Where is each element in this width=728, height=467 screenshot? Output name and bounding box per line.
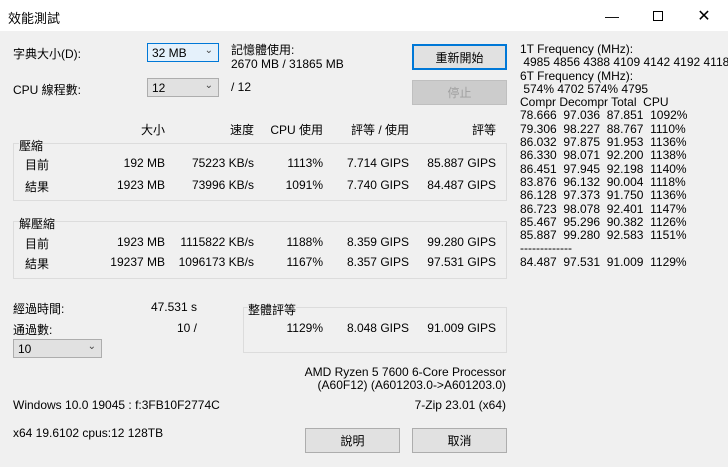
- log-line: 4985 4856 4388 4109 4142 4192 4118: [520, 55, 728, 70]
- passes-label: 通過數:: [13, 323, 53, 337]
- compress-cell: 1113%: [287, 156, 323, 170]
- help-button[interactable]: 說明: [305, 428, 400, 453]
- decompress-cell: 8.359 GIPS: [346, 235, 409, 249]
- header-rating-usage: 評等 / 使用: [350, 123, 409, 137]
- compress-cell: 7.740 GIPS: [346, 178, 409, 192]
- decompress-cell: 1167%: [286, 255, 323, 269]
- log-line: 1T Frequency (MHz):: [520, 42, 634, 56]
- log-line: 85.467 95.296 90.382 1126%: [520, 214, 687, 229]
- log-line: 84.487 97.531 91.009 1129%: [520, 254, 687, 269]
- version-info: 7-Zip 23.01 (x64): [414, 398, 506, 412]
- decompress-row-label: 目前: [25, 237, 50, 251]
- stop-button[interactable]: 停止: [412, 80, 507, 105]
- decompress-cell: 1096173 KB/s: [178, 255, 254, 269]
- arch-info: x64 19.6102 cpus:12 128TB: [13, 426, 164, 440]
- decompress-cell: 1923 MB: [116, 235, 165, 249]
- threads-select[interactable]: 12 ⌄: [147, 78, 219, 97]
- log-line: 86.032 97.875 91.953 1136%: [520, 135, 687, 150]
- passes-select[interactable]: 10 ⌄: [13, 339, 102, 358]
- log-line: 83.876 96.132 90.004 1118%: [520, 174, 686, 189]
- close-icon: ✕: [697, 7, 711, 25]
- maximize-button[interactable]: [635, 0, 681, 31]
- chevron-down-icon: ⌄: [87, 341, 96, 352]
- log-line: 78.666 97.036 87.851 1092%: [520, 108, 688, 123]
- benchmark-log: 1T Frequency (MHz): 4985 4856 4388 4109 …: [520, 42, 728, 269]
- log-line: Compr Decompr Total CPU: [520, 95, 669, 110]
- compress-cell: 1923 MB: [116, 178, 165, 192]
- decompress-cell: 19237 MB: [110, 255, 165, 269]
- header-speed: 速度: [229, 123, 254, 137]
- passes-select-value: 10: [18, 342, 32, 356]
- decompress-row-label: 結果: [25, 257, 50, 271]
- dict-size-value: 32 MB: [152, 46, 187, 60]
- log-line: 85.887 99.280 92.583 1151%: [520, 228, 687, 243]
- log-line: 86.128 97.373 91.750 1136%: [520, 188, 687, 203]
- compress-cell: 85.887 GIPS: [427, 156, 496, 170]
- cpu-name: AMD Ryzen 5 7600 6-Core Processor: [304, 365, 506, 379]
- decompress-cell: 97.531 GIPS: [427, 255, 496, 269]
- threads-value: 12: [152, 81, 166, 95]
- compress-label: 壓縮: [19, 137, 44, 154]
- minimize-button[interactable]: —: [589, 0, 635, 31]
- threads-label: CPU 線程數:: [13, 83, 82, 97]
- log-line: 86.723 98.078 92.401 1147%: [520, 201, 687, 216]
- compress-group: [13, 143, 507, 201]
- minimize-icon: —: [605, 7, 619, 24]
- chevron-down-icon: ⌄: [204, 80, 213, 91]
- memory-value: 2670 MB / 31865 MB: [231, 57, 344, 71]
- header-rating: 評等: [471, 123, 496, 137]
- log-line: 6T Frequency (MHz):: [520, 68, 634, 83]
- cpu-id: (A60F12) (A601203.0->A601203.0): [317, 378, 506, 392]
- dict-size-label: 字典大小(D):: [13, 47, 81, 61]
- cancel-button[interactable]: 取消: [412, 428, 507, 453]
- compress-row-label: 目前: [25, 158, 50, 172]
- elapsed-label: 經過時間:: [13, 302, 65, 316]
- decompress-group: [13, 221, 507, 279]
- decompress-label: 解壓縮: [19, 215, 56, 232]
- dict-size-select[interactable]: 32 MB ⌄: [147, 43, 219, 62]
- elapsed-value: 47.531 s: [150, 300, 197, 314]
- decompress-cell: 1115822 KB/s: [180, 235, 254, 249]
- overall-label: 整體評等: [248, 301, 297, 318]
- decompress-cell: 1188%: [286, 235, 323, 249]
- header-cpu: CPU 使用: [270, 123, 323, 137]
- decompress-cell: 8.357 GIPS: [346, 255, 409, 269]
- os-info: Windows 10.0 19045 : f:3FB10F2774C: [13, 398, 220, 412]
- compress-cell: 7.714 GIPS: [346, 156, 409, 170]
- overall-cpu: 1129%: [286, 321, 323, 335]
- passes-value: 10 /: [176, 321, 197, 335]
- log-line: 574% 4702 574% 4795: [520, 81, 649, 96]
- compress-row-label: 結果: [25, 180, 50, 194]
- overall-rating: 91.009 GIPS: [427, 321, 496, 335]
- compress-cell: 192 MB: [123, 156, 165, 170]
- log-line: 79.306 98.227 88.767 1110%: [520, 121, 686, 136]
- log-line: 86.330 98.071 92.200 1138%: [520, 148, 687, 163]
- maximize-icon: [653, 10, 663, 21]
- log-line: 86.451 97.945 92.198 1140%: [520, 161, 687, 176]
- window-title: 效能測試: [8, 11, 61, 26]
- restart-button[interactable]: 重新開始: [412, 44, 507, 70]
- memory-label: 記憶體使用:: [231, 43, 295, 57]
- compress-cell: 1091%: [285, 178, 323, 192]
- compress-cell: 75223 KB/s: [191, 156, 254, 170]
- overall-rating-usage: 8.048 GIPS: [346, 321, 409, 335]
- threads-max: / 12: [231, 80, 252, 94]
- header-size: 大小: [140, 123, 165, 137]
- close-button[interactable]: ✕: [681, 0, 727, 31]
- compress-cell: 84.487 GIPS: [427, 178, 496, 192]
- log-line: -------------: [520, 241, 572, 256]
- chevron-down-icon: ⌄: [204, 45, 213, 56]
- compress-cell: 73996 KB/s: [191, 178, 254, 192]
- decompress-cell: 99.280 GIPS: [427, 235, 496, 249]
